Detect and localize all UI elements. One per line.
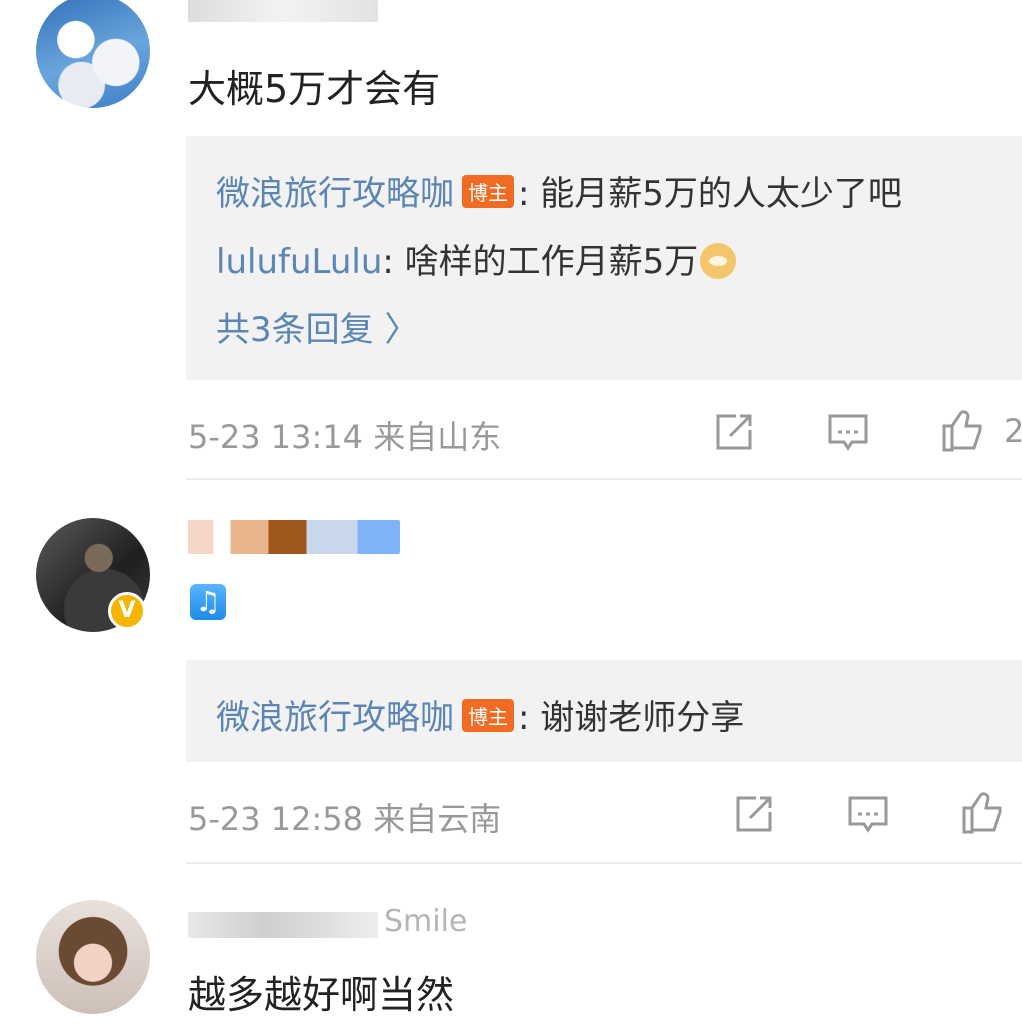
comment-text: 大概5万才会有	[188, 67, 441, 111]
location: 来自山东	[373, 418, 502, 456]
blogger-tag: 博主	[462, 699, 514, 732]
reply-username[interactable]: 微浪旅行攻略咖	[216, 698, 454, 738]
comment-item: Smile 越多越好啊当然	[0, 864, 1022, 1036]
share-icon[interactable]	[712, 410, 756, 454]
comment-item: V ♫ 微浪旅行攻略咖 博主: 谢谢老师分享 5-23 12:58 来自云南	[0, 480, 1022, 864]
reply-box[interactable]: 微浪旅行攻略咖 博主: 能月薪5万的人太少了吧 lulufuLulu: 啥样的工作…	[186, 136, 1022, 380]
reply-text: : 谢谢老师分享	[518, 698, 745, 738]
comment-icon[interactable]	[826, 410, 870, 454]
like-icon[interactable]	[938, 406, 986, 454]
verified-badge: V	[108, 592, 146, 630]
username-obscured[interactable]	[188, 912, 378, 938]
reply-box[interactable]: 微浪旅行攻略咖 博主: 谢谢老师分享	[186, 660, 1022, 762]
reply-text: : 能月薪5万的人太少了吧	[518, 174, 902, 214]
like-icon[interactable]	[958, 788, 1006, 836]
music-note-icon: ♫	[190, 584, 226, 620]
reply-line: 微浪旅行攻略咖 博主: 谢谢老师分享	[216, 690, 744, 739]
reply-text: : 啥样的工作月薪5万	[382, 242, 699, 282]
more-replies-link[interactable]: 共3条回复 〉	[216, 302, 418, 351]
blogger-tag: 博主	[462, 175, 514, 208]
doge-emoji-icon	[700, 243, 737, 279]
username-obscured[interactable]	[188, 520, 400, 554]
comment-meta: 5-23 12:58 来自云南	[188, 794, 501, 840]
reply-username[interactable]: 微浪旅行攻略咖	[216, 174, 454, 214]
comment-item: 大概5万才会有 微浪旅行攻略咖 博主: 能月薪5万的人太少了吧 lulufuLul…	[0, 0, 1022, 480]
reply-username[interactable]: lulufuLulu	[216, 242, 382, 282]
like-count: 2	[1004, 412, 1022, 450]
username-partial[interactable]: Smile	[384, 904, 467, 939]
reply-line: 微浪旅行攻略咖 博主: 能月薪5万的人太少了吧	[216, 166, 902, 215]
location: 来自云南	[373, 800, 502, 838]
comment-meta: 5-23 13:14 来自山东	[188, 412, 501, 458]
timestamp: 5-23 13:14	[188, 418, 364, 456]
avatar[interactable]	[36, 900, 150, 1014]
comment-icon[interactable]	[846, 792, 890, 836]
timestamp: 5-23 12:58	[188, 800, 364, 838]
comment-text: 越多越好啊当然	[188, 973, 455, 1017]
share-icon[interactable]	[732, 792, 776, 836]
username-obscured[interactable]	[188, 0, 378, 22]
reply-line: lulufuLulu: 啥样的工作月薪5万	[216, 234, 737, 283]
avatar[interactable]	[36, 0, 150, 108]
